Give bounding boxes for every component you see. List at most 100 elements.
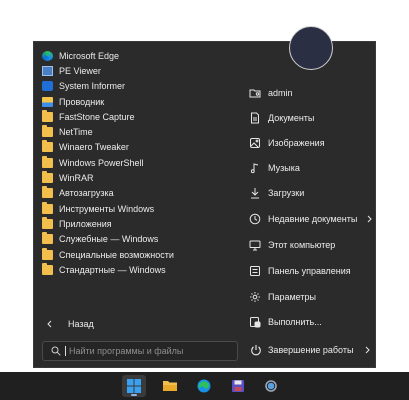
program-item-microsoft-edge[interactable]: Microsoft Edge: [40, 48, 240, 63]
program-item-label: Инструменты Windows: [59, 203, 155, 214]
windows-logo-icon: [127, 379, 141, 393]
program-folder-system-tools[interactable]: Служебные — Windows: [40, 232, 240, 247]
place-item-label: Выполнить...: [268, 317, 322, 327]
folder-icon: [163, 381, 177, 391]
chevron-right-icon: [367, 215, 372, 223]
place-item-label: Музыка: [268, 163, 300, 173]
place-item-label: Изображения: [268, 138, 325, 148]
place-item-label: Панель управления: [268, 266, 351, 276]
folder-icon: [42, 140, 53, 153]
folder-icon: [42, 109, 53, 122]
folder-icon: [42, 262, 53, 275]
search-icon: [51, 346, 61, 356]
program-folder-windows-tools[interactable]: Инструменты Windows: [40, 201, 240, 216]
place-item-label: Недавние документы: [268, 214, 358, 224]
taskbar-settings-button[interactable]: [259, 375, 283, 397]
program-item-label: NetTime: [59, 127, 93, 138]
place-item-label: Документы: [268, 113, 315, 123]
program-item-file-explorer[interactable]: Проводник: [40, 94, 240, 109]
program-item-label: Служебные — Windows: [59, 234, 159, 245]
back-button[interactable]: Назад: [46, 319, 94, 329]
place-item-settings[interactable]: Параметры: [249, 289, 367, 305]
program-folder-accessories[interactable]: Стандартные — Windows: [40, 262, 240, 277]
program-item-label: Автозагрузка: [59, 188, 114, 199]
start-menu: Microsoft Edge PE Viewer System Informer…: [33, 41, 376, 368]
place-item-documents[interactable]: Документы: [249, 110, 367, 126]
gear-icon: [250, 292, 260, 302]
taskbar: [0, 372, 409, 400]
program-item-label: FastStone Capture: [59, 111, 135, 122]
search-input[interactable]: [65, 346, 229, 356]
program-item-label: Проводник: [59, 96, 105, 107]
shutdown-button[interactable]: Завершение работы: [250, 344, 371, 356]
taskbar-start-button[interactable]: [122, 375, 146, 397]
folder-icon: [42, 171, 53, 184]
run-icon: [250, 317, 261, 328]
place-item-user[interactable]: admin: [249, 85, 367, 101]
program-item-label: Специальные возможности: [59, 249, 174, 260]
program-item-pe-viewer[interactable]: PE Viewer: [40, 63, 240, 78]
folder-icon: [42, 216, 53, 229]
place-item-run[interactable]: Выполнить...: [249, 314, 367, 330]
program-folder-winrar[interactable]: WinRAR: [40, 170, 240, 185]
place-item-pictures[interactable]: Изображения: [249, 135, 367, 151]
folder-icon: [42, 125, 53, 138]
shutdown-label: Завершение работы: [268, 345, 354, 355]
folder-icon: [42, 201, 53, 214]
program-list: Microsoft Edge PE Viewer System Informer…: [40, 48, 240, 277]
edge-icon: [197, 379, 211, 393]
place-item-recent-documents[interactable]: Недавние документы: [249, 211, 373, 227]
place-item-downloads[interactable]: Загрузки: [249, 185, 367, 201]
active-indicator: [131, 394, 137, 396]
music-note-icon: [250, 163, 259, 174]
place-item-music[interactable]: Музыка: [249, 160, 367, 176]
program-item-label: System Informer: [59, 81, 126, 92]
program-folder-applications[interactable]: Приложения: [40, 216, 240, 231]
place-item-this-pc[interactable]: Этот компьютер: [249, 237, 367, 253]
download-icon: [251, 188, 259, 199]
program-folder-winaero-tweaker[interactable]: Winaero Tweaker: [40, 140, 240, 155]
control-panel-icon: [250, 266, 260, 276]
taskbar-edge-button[interactable]: [192, 375, 216, 397]
program-item-label: Winaero Tweaker: [59, 142, 129, 153]
edge-icon: [42, 50, 53, 61]
folder-icon: [42, 186, 53, 199]
search-box[interactable]: [42, 341, 238, 361]
program-item-system-informer[interactable]: System Informer: [40, 79, 240, 94]
power-icon: [251, 345, 261, 356]
taskbar-save-app-button[interactable]: [226, 375, 250, 397]
place-item-label: Загрузки: [268, 188, 305, 198]
chevron-left-icon: [47, 320, 52, 328]
program-folder-accessibility[interactable]: Специальные возможности: [40, 247, 240, 262]
folder-icon: [42, 155, 53, 168]
program-folder-startup[interactable]: Автозагрузка: [40, 186, 240, 201]
gear-icon: [265, 380, 277, 392]
place-item-label: Этот компьютер: [268, 240, 336, 250]
folder-icon: [42, 232, 53, 245]
program-folder-windows-powershell[interactable]: Windows PowerShell: [40, 155, 240, 170]
folder-icon: [42, 247, 53, 260]
user-avatar[interactable]: [289, 26, 333, 70]
place-item-label: Параметры: [268, 292, 316, 302]
computer-icon: [249, 240, 261, 251]
taskbar-file-explorer-button[interactable]: [158, 375, 182, 397]
file-explorer-icon: [42, 96, 53, 107]
program-item-label: Windows PowerShell: [59, 157, 144, 168]
back-label: Назад: [68, 319, 94, 329]
clock-icon: [249, 213, 261, 225]
floppy-disk-icon: [232, 380, 244, 392]
user-folder-icon: [249, 89, 261, 98]
document-icon: [251, 112, 259, 124]
program-item-label: WinRAR: [59, 173, 94, 184]
program-item-label: Приложения: [59, 218, 112, 229]
place-item-label: admin: [268, 88, 293, 98]
image-icon: [250, 138, 260, 148]
program-folder-nettime[interactable]: NetTime: [40, 124, 240, 139]
program-item-label: Microsoft Edge: [59, 50, 120, 61]
chevron-right-icon[interactable]: [363, 346, 371, 354]
pe-viewer-icon: [42, 65, 53, 76]
program-item-label: PE Viewer: [59, 65, 101, 76]
place-item-control-panel[interactable]: Панель управления: [249, 263, 367, 279]
program-folder-faststone-capture[interactable]: FastStone Capture: [40, 109, 240, 124]
system-informer-icon: [42, 81, 53, 92]
